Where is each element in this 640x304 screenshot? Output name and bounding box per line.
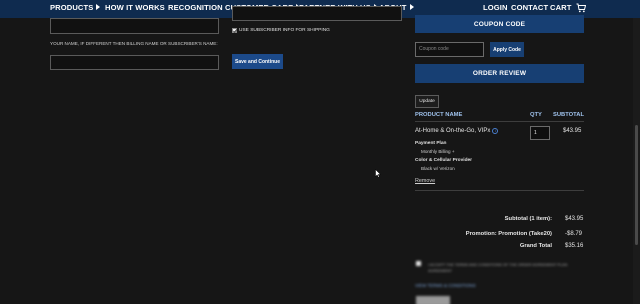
grand-total-label: Grand Total bbox=[519, 243, 552, 249]
subtotal-label: Subtotal (1 item): bbox=[504, 216, 552, 222]
column-product-name: PRODUCT NAME bbox=[415, 112, 463, 118]
grand-total-value: $35.16 bbox=[565, 243, 584, 249]
nav-cart[interactable]: CART bbox=[550, 3, 572, 12]
coupon-code-placeholder: Coupon code bbox=[419, 46, 449, 52]
nav-products-label: PRODUCTS bbox=[50, 3, 94, 12]
use-subscriber-info-checkbox[interactable] bbox=[232, 28, 237, 33]
update-cart-button[interactable]: Update bbox=[415, 95, 439, 108]
accept-terms-label: I ACCEPT THE TERMS AND CONDITIONS OF THE… bbox=[428, 263, 568, 273]
order-review-header[interactable]: ORDER REVIEW bbox=[415, 64, 584, 83]
apply-code-label: Apply Code bbox=[493, 46, 521, 53]
coupon-code-input[interactable]: Coupon code bbox=[415, 42, 484, 57]
nav-products[interactable]: PRODUCTS bbox=[50, 3, 101, 12]
nav-recognition-label: RECOGNITION bbox=[168, 3, 223, 12]
alternate-name-label: YOUR NAME, IF DIFFERENT THEN BILLING NAM… bbox=[50, 41, 218, 46]
column-qty: QTY bbox=[530, 112, 542, 118]
nav-how-it-works-label: HOW IT WORKS bbox=[105, 3, 165, 12]
coupon-code-header[interactable]: COUPON CODE bbox=[415, 15, 584, 33]
quantity-value: 1 bbox=[534, 130, 537, 136]
nav-login[interactable]: LOGIN bbox=[483, 3, 508, 12]
quantity-input[interactable]: 1 bbox=[530, 126, 550, 140]
nav-login-label: LOGIN bbox=[483, 3, 508, 12]
previous-name-input[interactable] bbox=[50, 18, 219, 34]
cart-item-price: $43.95 bbox=[563, 128, 582, 134]
nav-contact-label: CONTACT bbox=[511, 3, 549, 12]
accept-terms-checkbox[interactable] bbox=[416, 261, 421, 266]
place-order-button[interactable] bbox=[416, 296, 450, 304]
payment-plan-value: Monthly Billing + bbox=[421, 149, 455, 154]
caret-right-icon bbox=[96, 4, 101, 10]
caret-right-icon bbox=[409, 4, 414, 10]
nav-contact[interactable]: CONTACT bbox=[511, 3, 548, 12]
apply-code-button[interactable]: Apply Code bbox=[490, 42, 524, 57]
remove-item-link[interactable]: Remove bbox=[415, 178, 435, 184]
payment-plan-label: Payment Plan bbox=[415, 141, 447, 146]
alternate-name-input[interactable] bbox=[50, 55, 219, 70]
save-and-continue-button[interactable]: Save and Continue bbox=[232, 54, 283, 69]
update-cart-label: Update bbox=[419, 99, 435, 104]
coupon-code-header-label: COUPON CODE bbox=[473, 20, 526, 28]
nav-recognition[interactable]: RECOGNITION bbox=[168, 3, 223, 12]
view-terms-link[interactable]: VIEW TERMS & CONDITIONS bbox=[415, 283, 476, 288]
table-header-divider bbox=[415, 121, 584, 122]
cart-item-name-label: At-Home & On-the-Go, VIPx bbox=[415, 128, 491, 134]
save-and-continue-label: Save and Continue bbox=[234, 58, 280, 65]
color-provider-value: Black w/ Verizon bbox=[421, 166, 455, 171]
page-scrollbar-thumb[interactable] bbox=[635, 125, 638, 245]
promotion-value: -$8.79 bbox=[565, 231, 583, 237]
mouse-pointer-icon bbox=[375, 169, 381, 178]
previous-middle-input[interactable] bbox=[232, 6, 402, 21]
checkmark-icon bbox=[233, 29, 237, 33]
order-review-label: ORDER REVIEW bbox=[472, 70, 527, 77]
use-subscriber-info-label: USE SUBSCRIBER INFO FOR SHIPPING bbox=[239, 28, 330, 33]
column-subtotal: SUBTOTAL bbox=[553, 112, 585, 118]
color-provider-label: Color & Cellular Provider bbox=[415, 158, 473, 163]
info-circle-icon[interactable]: i bbox=[492, 128, 499, 134]
nav-how-it-works[interactable]: HOW IT WORKS bbox=[105, 3, 165, 12]
nav-cart-label: CART bbox=[550, 3, 572, 12]
cart-item-divider bbox=[415, 190, 584, 191]
cart-item-name[interactable]: At-Home & On-the-Go, VIPx i bbox=[415, 128, 499, 134]
promotion-label: Promotion: Promotion (Take20) bbox=[465, 231, 552, 237]
subtotal-value: $43.95 bbox=[565, 216, 584, 222]
shopping-cart-icon[interactable] bbox=[576, 3, 586, 13]
